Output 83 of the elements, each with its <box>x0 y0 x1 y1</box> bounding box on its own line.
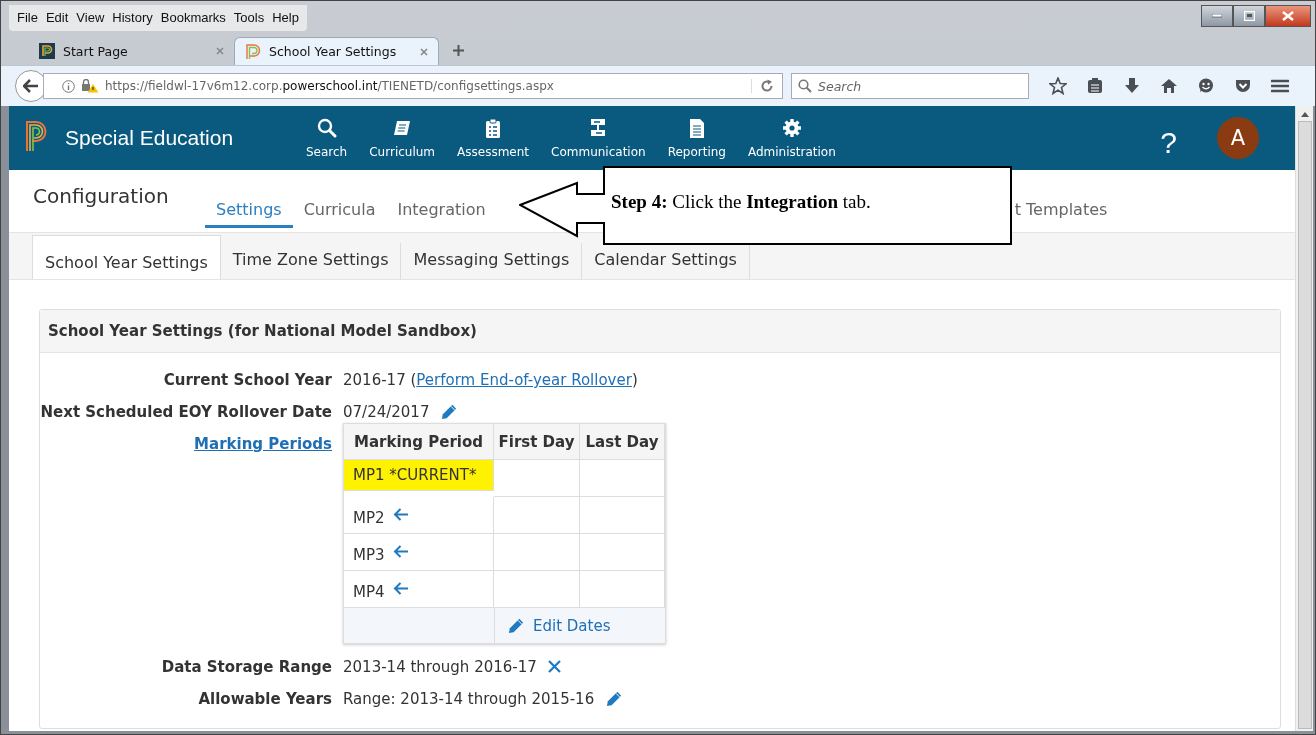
tab[interactable]: Time Zone Settings <box>220 243 402 279</box>
home-icon[interactable] <box>1160 77 1178 95</box>
field-value: 07/24/2017 <box>343 403 430 421</box>
rollover-link[interactable]: Perform End-of-year Rollover <box>416 371 632 389</box>
download-icon[interactable] <box>1123 77 1141 95</box>
menu-icon[interactable] <box>1271 77 1289 95</box>
nav-item[interactable]: Curriculum <box>366 117 439 159</box>
logo-icon <box>39 43 55 59</box>
gear-icon <box>781 117 802 139</box>
field-label: Allowable Years <box>198 690 332 708</box>
pencil-icon <box>507 616 526 635</box>
field-value: 2016-17 (Perform End-of-year Rollover) <box>343 371 638 389</box>
maximize-button[interactable] <box>1233 5 1265 27</box>
close-icon[interactable] <box>420 47 428 56</box>
nav-item[interactable]: Administration <box>744 117 839 159</box>
smiley-icon[interactable] <box>1197 77 1215 95</box>
maximize-icon <box>1243 11 1255 21</box>
tab[interactable]: School Year Settings <box>32 235 221 279</box>
logo-icon <box>25 120 47 152</box>
field-label: Data Storage Range <box>161 658 332 676</box>
field-label: Current School Year <box>163 371 332 389</box>
left-arrow-icon[interactable] <box>392 545 409 558</box>
info-icon <box>62 79 75 93</box>
field-value: 2013-14 through 2016-17 <box>343 658 537 676</box>
scrollbar[interactable] <box>1295 106 1313 731</box>
minimize-button[interactable] <box>1201 5 1233 27</box>
field-label: Next Scheduled EOY Rollover Date <box>40 403 332 421</box>
scroll-thumb[interactable] <box>1297 121 1312 729</box>
nav-item[interactable]: Search <box>303 117 351 159</box>
up-arrow-icon <box>1300 112 1309 117</box>
browser-tab[interactable]: School Year Settings <box>234 37 439 65</box>
url-text: https://fieldwl-17v6m12.corp.powerschool.int/TIENETD/configsettings.aspx <box>105 79 555 93</box>
app-title: Special Education <box>65 126 235 150</box>
panel-title: School Year Settings (for National Model Sandbox) <box>48 322 477 340</box>
menu-item[interactable]: Help <box>268 7 303 28</box>
close-icon[interactable] <box>547 659 561 673</box>
bookmark-star-icon[interactable] <box>1049 77 1067 95</box>
edit-dates-link[interactable]: Edit Dates <box>507 616 611 635</box>
pocket-icon[interactable] <box>1234 77 1252 95</box>
nav-item[interactable]: Communication <box>548 117 649 159</box>
logo-icon <box>245 43 261 60</box>
close-icon <box>1282 11 1294 21</box>
nav-item[interactable]: Assessment <box>454 117 533 159</box>
lock-warning-icon <box>81 79 99 93</box>
search-field[interactable]: Search <box>791 73 1029 99</box>
nav-item[interactable]: Reporting <box>664 117 729 159</box>
table-cell: MP2 <box>344 497 494 534</box>
close-button[interactable] <box>1265 5 1311 27</box>
search-icon <box>798 79 812 93</box>
column-header: Last Day <box>580 424 665 460</box>
table-cell: MP1 *CURRENT* <box>344 460 494 491</box>
marking-periods-link[interactable]: Marking Periods <box>194 435 332 644</box>
tab[interactable]: Curricula <box>292 200 387 228</box>
back-arrow-icon <box>23 79 39 93</box>
help-button[interactable]: ? <box>1160 126 1177 160</box>
tab[interactable]: Settings <box>205 200 293 228</box>
callout-text: Step 4: Click the Integration tab. <box>611 191 871 213</box>
avatar[interactable]: A <box>1217 117 1259 159</box>
column-header: Marking Period <box>344 424 494 460</box>
menu-item[interactable]: History <box>108 7 157 28</box>
menu-item[interactable]: File <box>13 7 42 28</box>
tab[interactable]: Integration <box>386 200 497 228</box>
address-bar[interactable]: https://fieldwl-17v6m12.corp.powerschool.int/TIENETD/configsettings.aspx <box>43 73 783 99</box>
page-title: Configuration <box>33 184 170 208</box>
menu-item[interactable]: Tools <box>229 7 269 28</box>
table-cell: MP3 <box>344 534 494 571</box>
browser-tab[interactable]: Start Page <box>29 37 234 65</box>
left-arrow-icon[interactable] <box>392 582 409 595</box>
tab-title: School Year Settings <box>269 44 398 59</box>
field-value: Range: 2013-14 through 2015-16 <box>343 690 595 708</box>
tab-title: Start Page <box>63 43 129 59</box>
tab[interactable]: t Templates <box>1014 200 1119 228</box>
menu-item[interactable]: View <box>72 7 109 28</box>
column-header: First Day <box>494 424 580 460</box>
tab[interactable]: Messaging Settings <box>401 243 583 279</box>
reading-list-icon[interactable] <box>1086 77 1104 95</box>
search-icon <box>316 117 337 139</box>
menu-item[interactable]: Edit <box>41 7 73 28</box>
reload-icon[interactable] <box>751 79 774 93</box>
plus-icon[interactable] <box>453 45 464 56</box>
minimize-icon <box>1212 14 1222 18</box>
left-arrow-icon[interactable] <box>392 508 409 521</box>
menu-item[interactable]: Bookmarks <box>156 7 230 28</box>
